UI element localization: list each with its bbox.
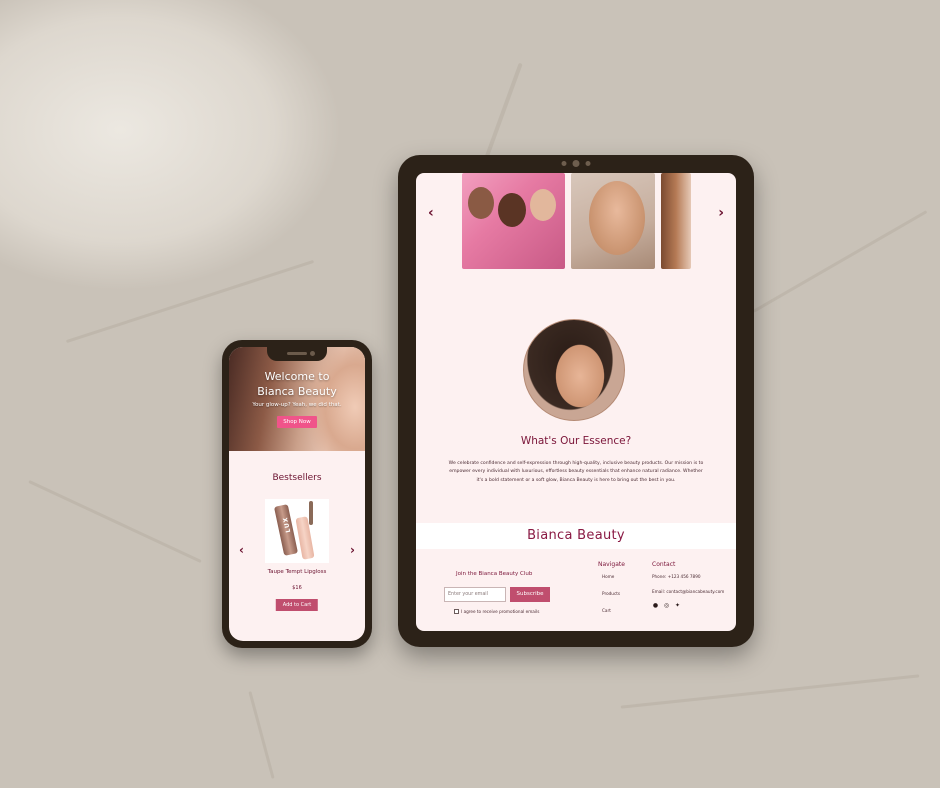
contact-title: Contact	[652, 561, 676, 568]
phone-mockup: Welcome to Bianca Beauty Your glow-up? Y…	[222, 340, 372, 648]
brand-logo-text[interactable]: Bianca Beauty	[416, 523, 736, 549]
carousel-next-arrow-icon[interactable]: ›	[350, 543, 355, 557]
product-name[interactable]: Taupe Tempt Lipgloss	[229, 569, 365, 575]
carousel-prev-arrow-icon[interactable]: ‹	[428, 205, 434, 221]
nav-link-cart[interactable]: Cart	[602, 608, 625, 613]
essence-heading: What's Our Essence?	[520, 435, 632, 447]
tablet-camera-icon	[561, 160, 591, 167]
instagram-icon[interactable]: ◎	[663, 602, 670, 609]
product-image[interactable]: LUX	[265, 499, 329, 563]
image-carousel: ‹ ›	[416, 173, 736, 269]
product-price: $16	[292, 585, 302, 591]
background-crack	[481, 62, 523, 168]
tablet-screen: ‹ › What's Our Essence? We celebrate con…	[416, 173, 736, 631]
hero-subtitle: Your glow-up? Yeah, we did that.	[252, 402, 342, 408]
consent-row: I agree to receive promotional emails	[454, 609, 539, 614]
nav-link-products[interactable]: Products	[602, 591, 625, 596]
social-links: ● ◎ ✦	[652, 602, 724, 609]
twitter-icon[interactable]: ✦	[674, 602, 681, 609]
tablet-mockup: ‹ › What's Our Essence? We celebrate con…	[398, 155, 754, 647]
background-crack	[752, 210, 928, 313]
background-crack	[620, 674, 920, 709]
contact-phone: Phone: +123 456 7890	[652, 574, 701, 579]
newsletter-title: Join the Bianca Beauty Club	[456, 571, 533, 577]
lipgloss-wand	[309, 501, 313, 525]
hero-title-line2: Bianca Beauty	[257, 385, 337, 398]
facebook-icon[interactable]: ●	[652, 602, 659, 609]
carousel-prev-arrow-icon[interactable]: ‹	[239, 543, 244, 557]
phone-speaker	[287, 352, 307, 355]
background-crack	[248, 691, 275, 779]
essence-portrait-image	[523, 319, 625, 421]
email-input[interactable]: Enter your email	[444, 587, 506, 602]
consent-checkbox[interactable]	[454, 609, 459, 614]
carousel-slide-partial-photo[interactable]	[661, 173, 691, 269]
consent-label: I agree to receive promotional emails	[461, 609, 540, 614]
phone-camera-icon	[310, 351, 315, 356]
phone-notch	[267, 347, 327, 361]
hero-title-line1: Welcome to	[264, 370, 330, 383]
carousel-next-arrow-icon[interactable]: ›	[718, 205, 724, 221]
carousel-slide-model-photo[interactable]	[571, 173, 655, 269]
background-crack	[65, 259, 315, 344]
add-to-cart-button[interactable]: Add to Cart	[275, 599, 319, 611]
site-footer: Join the Bianca Beauty Club Enter your e…	[416, 553, 736, 631]
background-crack	[28, 479, 202, 564]
essence-body-text: We celebrate confidence and self-express…	[448, 461, 704, 483]
bestsellers-title: Bestsellers	[272, 473, 322, 483]
shop-now-button[interactable]: Shop Now	[277, 416, 317, 428]
nav-link-home[interactable]: Home	[602, 574, 625, 579]
phone-hero-banner: Welcome to Bianca Beauty Your glow-up? Y…	[229, 347, 365, 451]
phone-screen: Welcome to Bianca Beauty Your glow-up? Y…	[229, 347, 365, 641]
bestsellers-carousel: ‹ LUX Taupe Tempt Lipgloss $16 Add to Ca…	[229, 499, 365, 611]
carousel-slide-group-photo[interactable]	[462, 173, 565, 269]
contact-email[interactable]: Email: contact@biancabeauty.com	[652, 589, 724, 594]
navigate-title: Navigate	[598, 561, 625, 568]
subscribe-button[interactable]: Subscribe	[510, 587, 550, 602]
footer-navigate: Navigate Home Products Cart	[598, 561, 625, 625]
footer-contact: Contact Phone: +123 456 7890 Email: cont…	[652, 561, 724, 609]
